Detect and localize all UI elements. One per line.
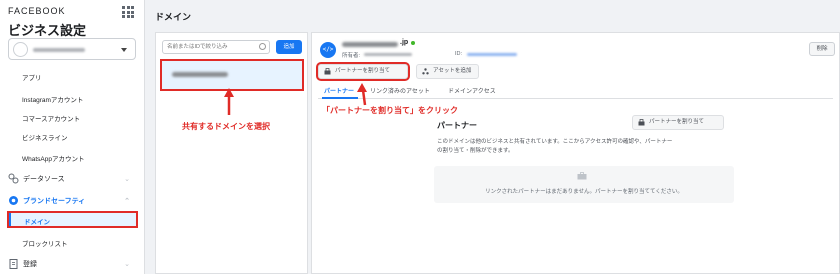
sidebar-item-block-list[interactable]: ブロックリスト — [22, 238, 68, 248]
tab-linked-assets[interactable]: リンク済みのアセット — [370, 86, 430, 95]
add-asset-button[interactable]: アセットを追加 — [416, 64, 479, 79]
tab-partners[interactable]: パートナー — [324, 86, 354, 95]
owner-label: 所有者: — [342, 53, 361, 59]
section-label: 登録 — [23, 261, 37, 268]
sidebar-item-label: ドメイン — [24, 218, 50, 226]
active-indicator — [9, 213, 11, 226]
domain-suffix: .jp — [400, 39, 409, 46]
sidebar-item-apps[interactable]: アプリ — [22, 72, 42, 82]
sidebar-item-commerce[interactable]: コマースアカウント — [22, 113, 80, 123]
apps-grid-icon[interactable] — [122, 6, 134, 18]
partners-heading: パートナー — [437, 121, 477, 130]
add-domain-button[interactable]: 追加 — [276, 40, 302, 54]
sidebar-item-business-line[interactable]: ビジネスライン — [22, 132, 68, 142]
chevron-up-icon: ⌃ — [124, 198, 130, 205]
redacted-owner — [364, 53, 412, 56]
chevron-down-icon: ⌄ — [124, 176, 130, 183]
partners-description: このドメインは他のビジネスと共有されています。ここからアクセス許可の確認や、パー… — [437, 138, 737, 156]
clipboard-icon — [9, 259, 18, 269]
button-label: アセットを追加 — [433, 68, 472, 74]
search-icon — [259, 43, 266, 50]
assign-partner-button-secondary[interactable]: パートナーを割り当て — [632, 115, 724, 130]
code-icon: </> — [320, 42, 336, 58]
id-label: ID: — [455, 51, 463, 57]
annotation-select-domain: 共有するドメインを選択 — [182, 122, 270, 131]
data-sources-icon — [8, 173, 19, 184]
facebook-brand: FACEBOOK — [8, 6, 66, 16]
asset-icon — [422, 68, 429, 75]
domain-list-item[interactable] — [160, 59, 304, 91]
business-avatar — [13, 42, 28, 57]
sidebar: FACEBOOK ビジネス設定 アプリ Instagramアカウント コマースア… — [0, 0, 145, 274]
sidebar-item-domain[interactable]: ドメイン — [7, 211, 138, 228]
annotation-click-assign: 「パートナーを割り当て」をクリック — [322, 106, 458, 115]
verified-status-dot — [411, 41, 415, 45]
domain-detail-panel: </> .jp 所有者: ID: 削除 パートナーを割り当て アセットを追加 パ… — [311, 32, 840, 274]
search-input[interactable] — [167, 42, 255, 52]
active-tab-underline — [322, 97, 358, 99]
empty-state-text: リンクされたパートナーはまだありません。パートナーを割り当ててください。 — [485, 189, 683, 195]
brand-safety-icon — [9, 196, 18, 205]
button-label: パートナーを割り当て — [649, 119, 705, 125]
business-settings-title: ビジネス設定 — [8, 23, 87, 38]
section-label: データソース — [23, 176, 65, 183]
caret-down-icon — [121, 48, 127, 52]
partner-icon — [638, 119, 645, 126]
sidebar-item-instagram[interactable]: Instagramアカウント — [22, 94, 83, 104]
search-field[interactable] — [162, 40, 270, 54]
redacted-business-name — [33, 48, 85, 52]
redacted-id — [467, 53, 517, 56]
empty-partners-box: リンクされたパートナーはまだありません。パートナーを割り当ててください。 — [434, 166, 734, 203]
domain-list-panel: 追加 — [155, 32, 308, 274]
button-label: パートナーを割り当て — [335, 68, 391, 74]
detail-tabs: パートナー リンク済みのアセット ドメインアクセス — [318, 85, 833, 99]
sidebar-section-register[interactable]: 登録 ⌄ — [6, 257, 136, 271]
business-selector[interactable] — [8, 38, 136, 60]
assign-partner-button[interactable]: パートナーを割り当て — [316, 62, 410, 81]
page-title: ドメイン — [155, 12, 192, 22]
chevron-down-icon: ⌄ — [124, 261, 130, 268]
redacted-domain-name — [172, 72, 228, 77]
sidebar-item-whatsapp[interactable]: WhatsAppアカウント — [22, 153, 85, 163]
delete-button[interactable]: 削除 — [809, 42, 835, 56]
section-label: ブランドセーフティ — [23, 198, 86, 205]
description-line: の割り当て・削除ができます。 — [437, 148, 514, 154]
sidebar-section-brand-safety[interactable]: ブランドセーフティ ⌃ — [6, 194, 136, 208]
redacted-domain-title — [342, 42, 398, 47]
partner-icon — [324, 68, 331, 75]
description-line: このドメインは他のビジネスと共有されています。ここからアクセス許可の確認や、パー… — [437, 139, 673, 145]
sidebar-section-data-sources[interactable]: データソース ⌄ — [6, 172, 136, 186]
tab-domain-access[interactable]: ドメインアクセス — [448, 86, 496, 95]
briefcase-icon — [577, 172, 587, 180]
